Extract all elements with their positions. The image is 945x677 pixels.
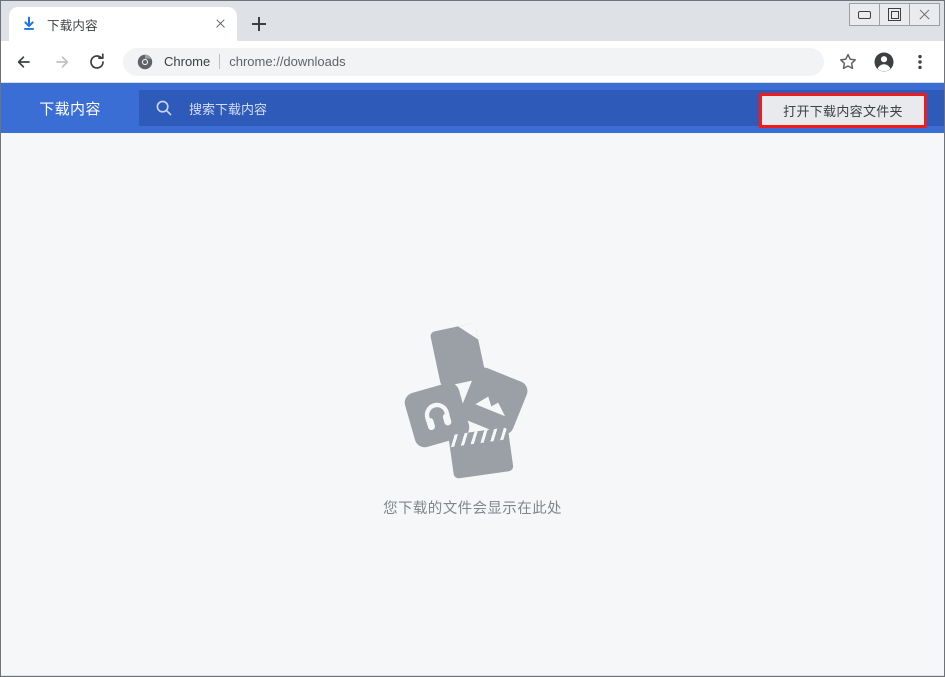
omnibox-url: chrome://downloads [229,54,345,69]
browser-toolbar: Chrome chrome://downloads [1,41,944,83]
bookmark-star-icon[interactable] [833,47,863,77]
search-input[interactable]: 搜索下载内容 [189,99,267,118]
minimize-button[interactable] [849,3,880,26]
tab-strip: 下载内容 [1,1,944,41]
close-icon [910,4,939,25]
open-downloads-folder-highlight: 打开下载内容文件夹 [759,93,927,128]
forward-button [46,47,76,77]
page-title: 下载内容 [1,98,139,119]
search-icon [155,99,173,117]
new-tab-button[interactable] [245,10,273,38]
empty-state-illustration [403,321,543,471]
minimize-icon [850,4,879,25]
empty-state: 您下载的文件会显示在此处 [1,133,944,675]
close-tab-icon[interactable] [211,15,229,33]
empty-state-message: 您下载的文件会显示在此处 [383,497,562,518]
maximize-restore-button[interactable] [879,3,910,26]
movie-icon [448,427,514,479]
restore-icon [880,4,909,25]
reload-button[interactable] [82,47,112,77]
open-downloads-folder-button[interactable]: 打开下载内容文件夹 [762,96,924,125]
three-dot-menu-icon[interactable] [905,47,935,77]
download-icon [21,16,37,32]
tab-title: 下载内容 [47,15,207,34]
profile-avatar-icon[interactable] [869,47,899,77]
browser-window: 下载内容 [0,0,945,677]
address-bar[interactable]: Chrome chrome://downloads [123,48,824,76]
tab-downloads[interactable]: 下载内容 [9,7,237,41]
downloads-header: 下载内容 搜索下载内容 打开下载内容文件夹 [1,83,944,133]
downloads-page: 下载内容 搜索下载内容 打开下载内容文件夹 [1,83,944,675]
omnibox-separator [219,54,220,69]
close-window-button[interactable] [909,3,940,26]
window-caption-buttons [850,3,940,26]
back-button[interactable] [10,47,40,77]
chrome-logo-icon [137,54,153,70]
omnibox-scheme-label: Chrome [164,54,210,69]
